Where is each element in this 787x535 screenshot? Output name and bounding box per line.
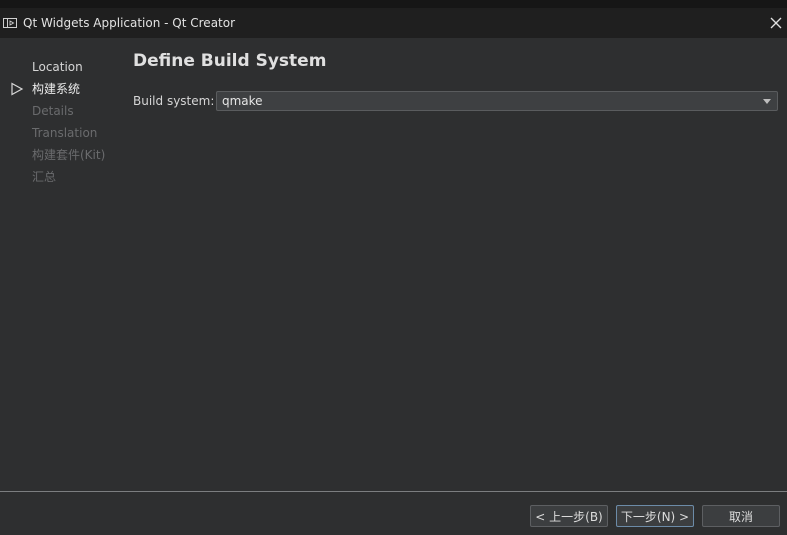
window-title: Qt Widgets Application - Qt Creator bbox=[23, 16, 236, 30]
footer-divider bbox=[0, 491, 787, 492]
step-label: Translation bbox=[32, 126, 98, 140]
page-title: Define Build System bbox=[133, 51, 327, 71]
window-top-strip bbox=[0, 0, 787, 8]
step-label: 构建系统 bbox=[32, 82, 81, 96]
title-bar: Qt Widgets Application - Qt Creator bbox=[0, 8, 787, 38]
step-summary: 汇总 bbox=[0, 166, 125, 188]
build-system-combobox[interactable]: qmake bbox=[216, 91, 778, 111]
step-translation: Translation bbox=[0, 122, 125, 144]
close-button[interactable] bbox=[765, 8, 787, 38]
triangle-right-outline-icon bbox=[11, 82, 24, 96]
step-label: 汇总 bbox=[32, 170, 57, 184]
step-label: 构建套件(Kit) bbox=[32, 148, 106, 162]
close-icon bbox=[770, 17, 782, 29]
step-location: Location bbox=[0, 56, 125, 78]
chevron-down-icon bbox=[763, 99, 771, 104]
qt-creator-icon bbox=[3, 17, 17, 29]
step-kit: 构建套件(Kit) bbox=[0, 144, 125, 166]
next-button[interactable]: 下一步(N) > bbox=[616, 505, 694, 527]
step-details: Details bbox=[0, 100, 125, 122]
step-label: Details bbox=[32, 104, 74, 118]
build-system-label: Build system: bbox=[133, 94, 215, 108]
back-button[interactable]: < 上一步(B) bbox=[530, 505, 608, 527]
wizard-steps-sidebar: Location 构建系统 Details Translation 构建套件(K… bbox=[0, 56, 125, 188]
cancel-button[interactable]: 取消 bbox=[702, 505, 780, 527]
step-label: Location bbox=[32, 60, 83, 74]
build-system-value: qmake bbox=[222, 94, 263, 108]
step-build-system: 构建系统 bbox=[0, 78, 125, 100]
